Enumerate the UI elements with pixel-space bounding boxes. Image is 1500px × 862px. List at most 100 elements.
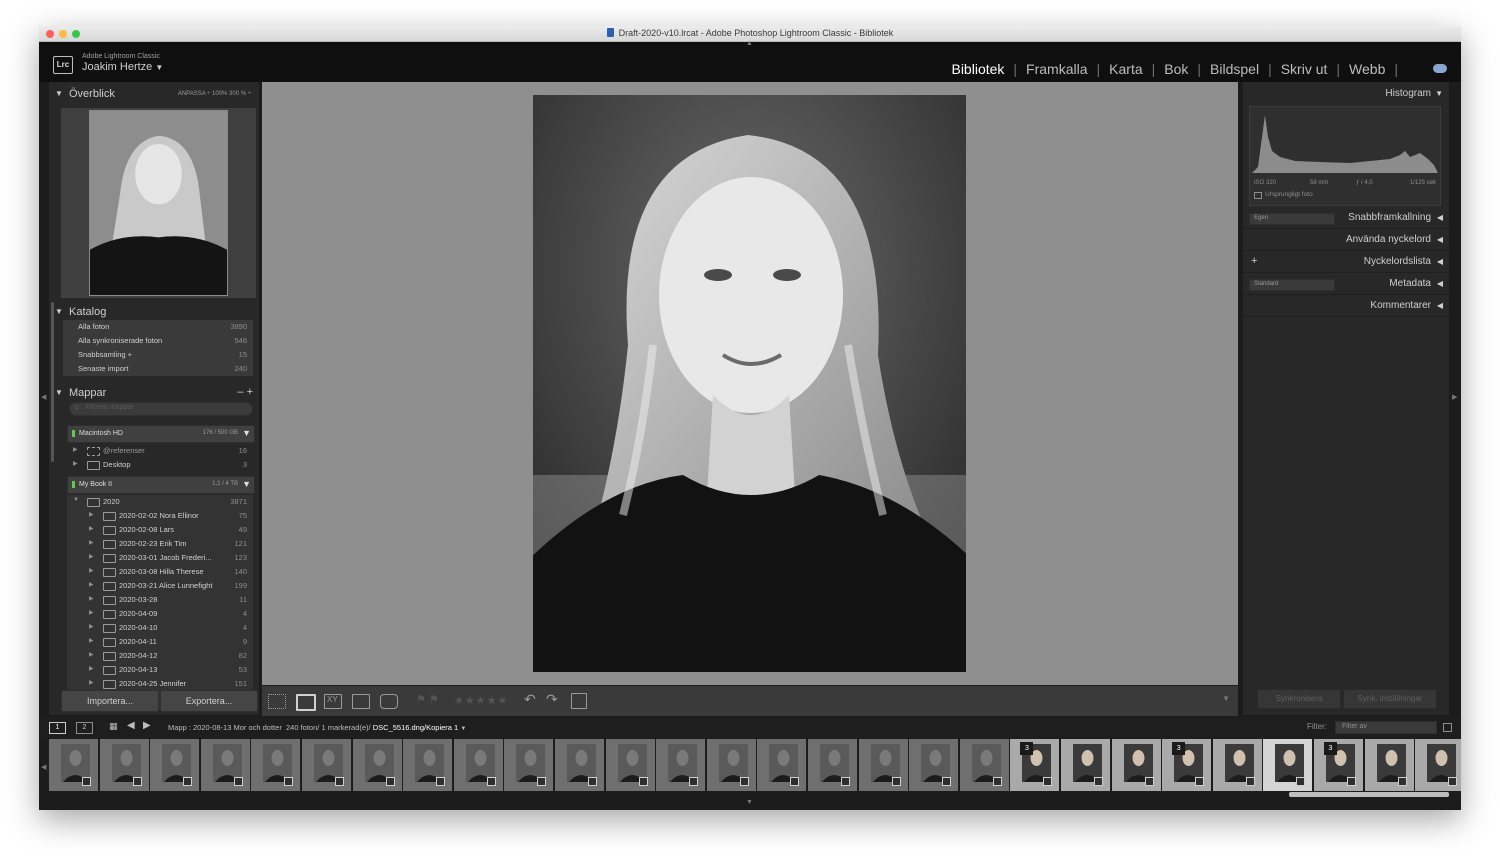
- filmstrip[interactable]: 3 3 3: [49, 739, 1461, 791]
- bottom-panel-toggle-icon[interactable]: ▼: [746, 799, 753, 806]
- filmstrip-thumbnail[interactable]: [858, 739, 909, 791]
- folder-item[interactable]: ▶ @referenser 16: [67, 444, 253, 458]
- filmstrip-thumbnail[interactable]: [808, 739, 858, 791]
- import-button[interactable]: Importera...: [61, 690, 159, 712]
- filmstrip-thumbnail[interactable]: [1212, 739, 1263, 791]
- metadata-header[interactable]: Standard Metadata ◀: [1243, 274, 1449, 295]
- folder-item[interactable]: ▶ 2020-04-10 4: [67, 621, 253, 635]
- main-screen-button[interactable]: 1: [49, 722, 66, 734]
- filmstrip-thumbnail[interactable]: [656, 739, 707, 791]
- filmstrip-thumbnail[interactable]: [959, 739, 1010, 791]
- filmstrip-thumbnail[interactable]: [352, 739, 403, 791]
- compare-view-icon[interactable]: XY: [324, 694, 342, 709]
- filmstrip-left-arrow-icon[interactable]: ◀: [41, 763, 46, 771]
- folder-search-input[interactable]: ⚲ Filtrera mappar: [69, 402, 253, 416]
- folder-item-2020[interactable]: ▼ 2020 3871: [67, 495, 253, 509]
- filmstrip-thumbnail[interactable]: [1364, 739, 1415, 791]
- filmstrip-thumbnail[interactable]: [200, 739, 251, 791]
- filmstrip-thumbnail[interactable]: [1061, 739, 1111, 791]
- filmstrip-thumbnail[interactable]: [555, 739, 605, 791]
- folder-item[interactable]: ▶ 2020-04-12 82: [67, 649, 253, 663]
- survey-view-icon[interactable]: [352, 694, 370, 709]
- folder-item[interactable]: ▶ 2020-02-02 Nora Ellinor 75: [67, 509, 253, 523]
- people-view-icon[interactable]: [380, 694, 398, 709]
- module-webb[interactable]: Webb: [1349, 61, 1385, 77]
- filmstrip-thumbnail[interactable]: [99, 739, 150, 791]
- source-indicator[interactable]: Mapp : 2020-08-13 Mor och dotter 240 fot…: [168, 723, 466, 732]
- folder-add-remove-buttons[interactable]: – +: [237, 386, 253, 398]
- module-bok[interactable]: Bok: [1164, 61, 1188, 77]
- filmstrip-thumbnail[interactable]: [605, 739, 656, 791]
- filmstrip-thumbnail-selected[interactable]: [1263, 739, 1314, 791]
- keyword-list-header[interactable]: + Nyckelordslista ◀: [1243, 252, 1449, 273]
- module-bibliotek[interactable]: Bibliotek: [951, 61, 1004, 77]
- filmstrip-scrollbar[interactable]: [1289, 792, 1449, 797]
- second-screen-button[interactable]: 2: [76, 722, 93, 734]
- catalog-item[interactable]: Senaste import 240: [63, 362, 253, 376]
- filmstrip-thumbnail[interactable]: 3: [1162, 739, 1213, 791]
- navigator-preview[interactable]: [61, 108, 256, 298]
- filmstrip-thumbnail[interactable]: [1111, 739, 1162, 791]
- filmstrip-thumbnail[interactable]: [251, 739, 302, 791]
- comments-header[interactable]: Kommentarer ◀: [1243, 296, 1449, 317]
- identity-plate[interactable]: Joakim Hertze ▼: [82, 61, 163, 73]
- zoom-options[interactable]: ANPASSA ÷ 100% 300 % ÷: [178, 91, 251, 97]
- volume-macintosh-hd[interactable]: Macintosh HD 176 / 500 GB ▼: [67, 425, 255, 443]
- module-bildspel[interactable]: Bildspel: [1210, 61, 1259, 77]
- filter-lock-icon[interactable]: [1443, 723, 1452, 732]
- filmstrip-thumbnail[interactable]: [150, 739, 201, 791]
- filmstrip-thumbnail[interactable]: [1415, 739, 1461, 791]
- add-keyword-button[interactable]: +: [1251, 255, 1257, 267]
- overview-header[interactable]: ▼ Överblick ANPASSA ÷ 100% 300 % ÷: [49, 86, 259, 104]
- volume-my-book[interactable]: My Book II 1,1 / 4 TB ▼: [67, 476, 255, 494]
- filmstrip-thumbnail[interactable]: 3: [1010, 739, 1061, 791]
- module-karta[interactable]: Karta: [1109, 61, 1142, 77]
- folder-item[interactable]: ▶ 2020-04-11 9: [67, 635, 253, 649]
- left-panel-toggle-icon[interactable]: ◀: [41, 393, 46, 401]
- toolbar-menu-arrow-icon[interactable]: ▼: [1222, 694, 1230, 703]
- catalog-item[interactable]: Alla foton 3890: [63, 320, 253, 334]
- filmstrip-thumbnail[interactable]: [302, 739, 352, 791]
- metadata-preset-select[interactable]: Standard: [1249, 279, 1335, 291]
- quick-develop-header[interactable]: Egen Snabbframkallning ◀: [1243, 208, 1449, 229]
- original-photo-checkbox[interactable]: [1254, 192, 1262, 199]
- star-rating[interactable]: ★★★★★: [454, 694, 508, 707]
- folder-item[interactable]: ▶ 2020-02-23 Erik Tim 121: [67, 537, 253, 551]
- filmstrip-thumbnail[interactable]: [504, 739, 555, 791]
- folder-item[interactable]: ▶ 2020-02-08 Lars 49: [67, 523, 253, 537]
- module-framkalla[interactable]: Framkalla: [1026, 61, 1087, 77]
- preset-select[interactable]: Egen: [1249, 213, 1335, 225]
- catalog-item[interactable]: Snabbsamling + 15: [63, 348, 253, 362]
- loupe-view[interactable]: [262, 82, 1238, 685]
- back-arrow-icon[interactable]: ◀: [127, 720, 135, 731]
- export-button[interactable]: Exportera...: [160, 690, 258, 712]
- folder-item[interactable]: ▶ 2020-03-21 Alice Lunnefight 199: [67, 579, 253, 593]
- filmstrip-thumbnail[interactable]: [453, 739, 504, 791]
- filmstrip-thumbnail[interactable]: [757, 739, 808, 791]
- histogram-header[interactable]: Histogram ▼: [1243, 84, 1449, 104]
- catalog-item[interactable]: Alla synkroniserade foton 546: [63, 334, 253, 348]
- sync-button[interactable]: Synkronisera: [1257, 689, 1341, 709]
- keywording-header[interactable]: Använda nyckelord ◀: [1243, 230, 1449, 251]
- grid-view-icon[interactable]: [268, 694, 286, 709]
- module-skriv-ut[interactable]: Skriv ut: [1281, 61, 1328, 77]
- filmstrip-thumbnail[interactable]: 3: [1314, 739, 1364, 791]
- right-panel-toggle-icon[interactable]: ▶: [1452, 393, 1457, 401]
- folder-item[interactable]: ▶ 2020-03-01 Jacob Frederi... 123: [67, 551, 253, 565]
- forward-arrow-icon[interactable]: ▶: [143, 720, 151, 731]
- filmstrip-thumbnail[interactable]: [909, 739, 960, 791]
- filter-select[interactable]: Filter av: [1335, 721, 1437, 734]
- filmstrip-thumbnail[interactable]: [49, 739, 99, 791]
- folder-item[interactable]: ▶ 2020-04-09 4: [67, 607, 253, 621]
- left-panel-scrollbar[interactable]: [51, 302, 54, 462]
- histogram[interactable]: ISO 320 58 mm ƒ / 4,0 1/125 sek Ursprung…: [1249, 106, 1441, 206]
- folder-item[interactable]: ▶ 2020-03-28 11: [67, 593, 253, 607]
- top-panel-toggle-icon[interactable]: ▲: [746, 40, 753, 47]
- folder-item[interactable]: ▶ Desktop 3: [67, 458, 253, 472]
- folder-item[interactable]: ▶ 2020-04-13 53: [67, 663, 253, 677]
- rotate-right-icon[interactable]: ↷: [546, 691, 558, 708]
- cloud-sync-icon[interactable]: [1433, 64, 1447, 73]
- filmstrip-thumbnail[interactable]: [706, 739, 757, 791]
- rotate-left-icon[interactable]: ↶: [524, 691, 536, 708]
- loupe-view-icon[interactable]: [296, 694, 316, 711]
